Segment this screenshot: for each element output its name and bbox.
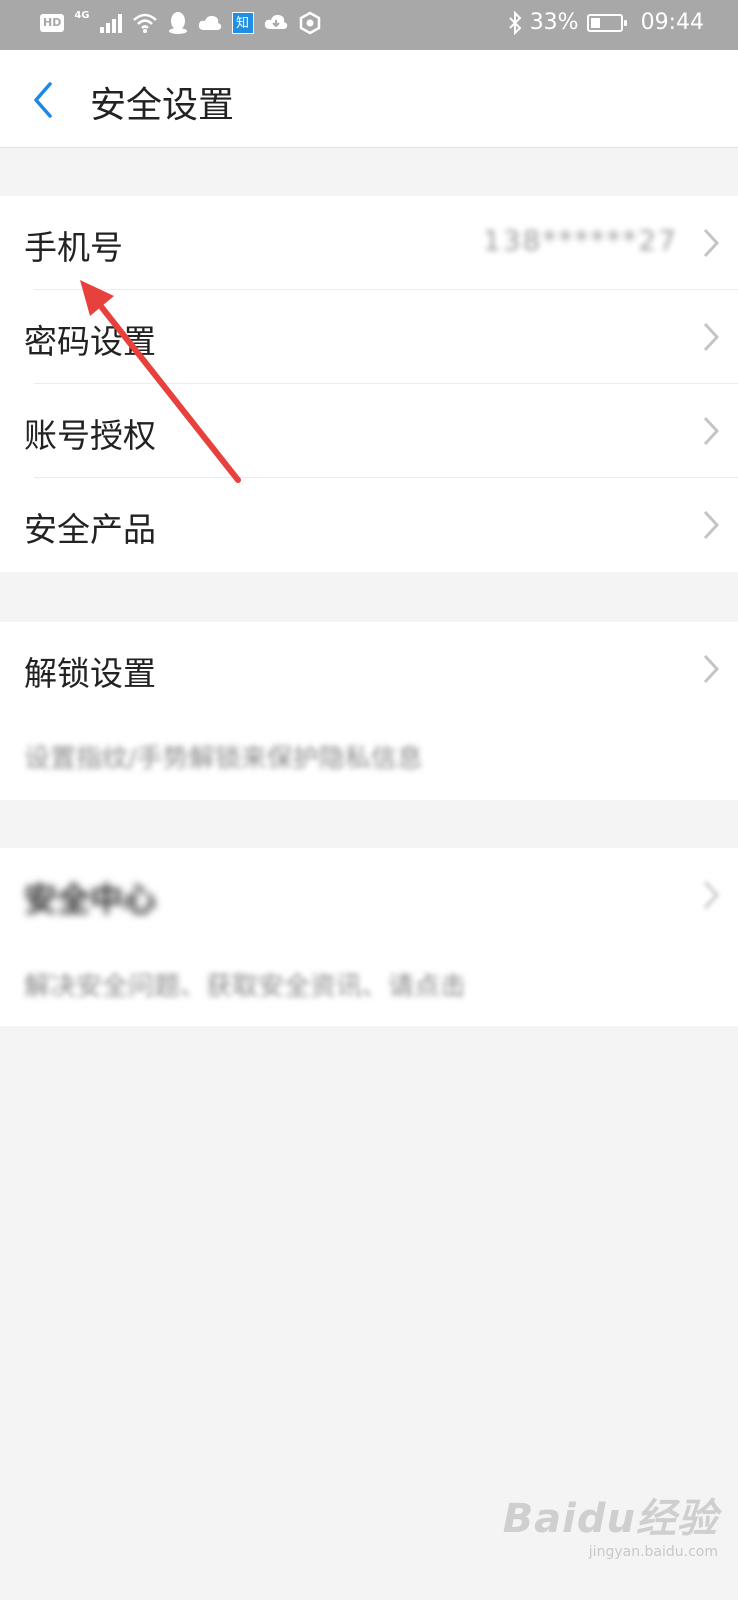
page-title: 安全设置 (90, 85, 235, 126)
password-settings-label: 密码设置 (24, 322, 156, 361)
chevron-left-icon[interactable] (28, 80, 58, 120)
chevron-right-icon (703, 654, 720, 684)
chevron-right-icon (703, 510, 720, 540)
account-authorization-item[interactable]: 账号授权 (0, 384, 738, 478)
chevron-right-icon (703, 322, 720, 352)
security-products-label: 安全产品 (24, 510, 156, 549)
unlock-settings-group: 解锁设置 设置指纹/手势解锁来保护隐私信息 (0, 622, 738, 800)
qq-icon (168, 12, 187, 34)
security-center-label: 安全中心 (24, 880, 156, 919)
unlock-settings-label: 解锁设置 (24, 654, 156, 693)
status-bar-right: 33% 09:44 (508, 10, 704, 35)
security-products-item[interactable]: 安全产品 (0, 478, 738, 572)
cloud-download-icon (264, 14, 287, 29)
battery-fill (590, 17, 600, 28)
status-bar: HD 4G 知 33% 09:44 (0, 0, 738, 50)
unlock-settings-description: 设置指纹/手势解锁来保护隐私信息 (24, 744, 423, 774)
watermark-logo: Baidu经验 (502, 1496, 718, 1542)
battery-percent: 33% (529, 10, 579, 35)
cloud-icon (198, 15, 221, 30)
security-center-description: 解决安全问题、获取安全资讯、请点击 (24, 972, 467, 1002)
shield-icon (299, 11, 320, 35)
zhihu-icon: 知 (231, 12, 254, 34)
account-authorization-label: 账号授权 (24, 416, 156, 455)
status-bar-left: HD 4G 知 (40, 9, 322, 35)
chevron-right-icon (703, 228, 720, 258)
security-center-group: 安全中心 解决安全问题、获取安全资讯、请点击 (0, 848, 738, 1026)
network-type-label: 4G (74, 9, 90, 21)
chevron-right-icon (703, 880, 720, 910)
app-header: 安全设置 (0, 50, 738, 148)
battery-icon (586, 13, 627, 32)
security-center-item[interactable]: 安全中心 (0, 848, 738, 942)
signal-icon (99, 13, 122, 33)
account-settings-group: 手机号 138******27 密码设置 账号授权 安全产品 (0, 196, 738, 572)
phone-screen: HD 4G 知 33% 09:44 安全设置 手机号 138******27 密… (0, 0, 738, 1600)
phone-number-value: 138******27 (482, 224, 678, 257)
wifi-icon (132, 13, 157, 33)
phone-number-item[interactable]: 手机号 138******27 (0, 196, 738, 290)
clock: 09:44 (640, 10, 704, 35)
bluetooth-icon (508, 10, 522, 35)
hd-icon: HD (40, 14, 65, 32)
watermark: Baidu经验 jingyan.baidu.com (503, 1486, 718, 1560)
chevron-right-icon (703, 416, 720, 446)
password-settings-item[interactable]: 密码设置 (0, 290, 738, 384)
phone-number-label: 手机号 (24, 228, 123, 267)
unlock-settings-item[interactable]: 解锁设置 (0, 622, 738, 716)
watermark-url: jingyan.baidu.com (588, 1544, 718, 1560)
